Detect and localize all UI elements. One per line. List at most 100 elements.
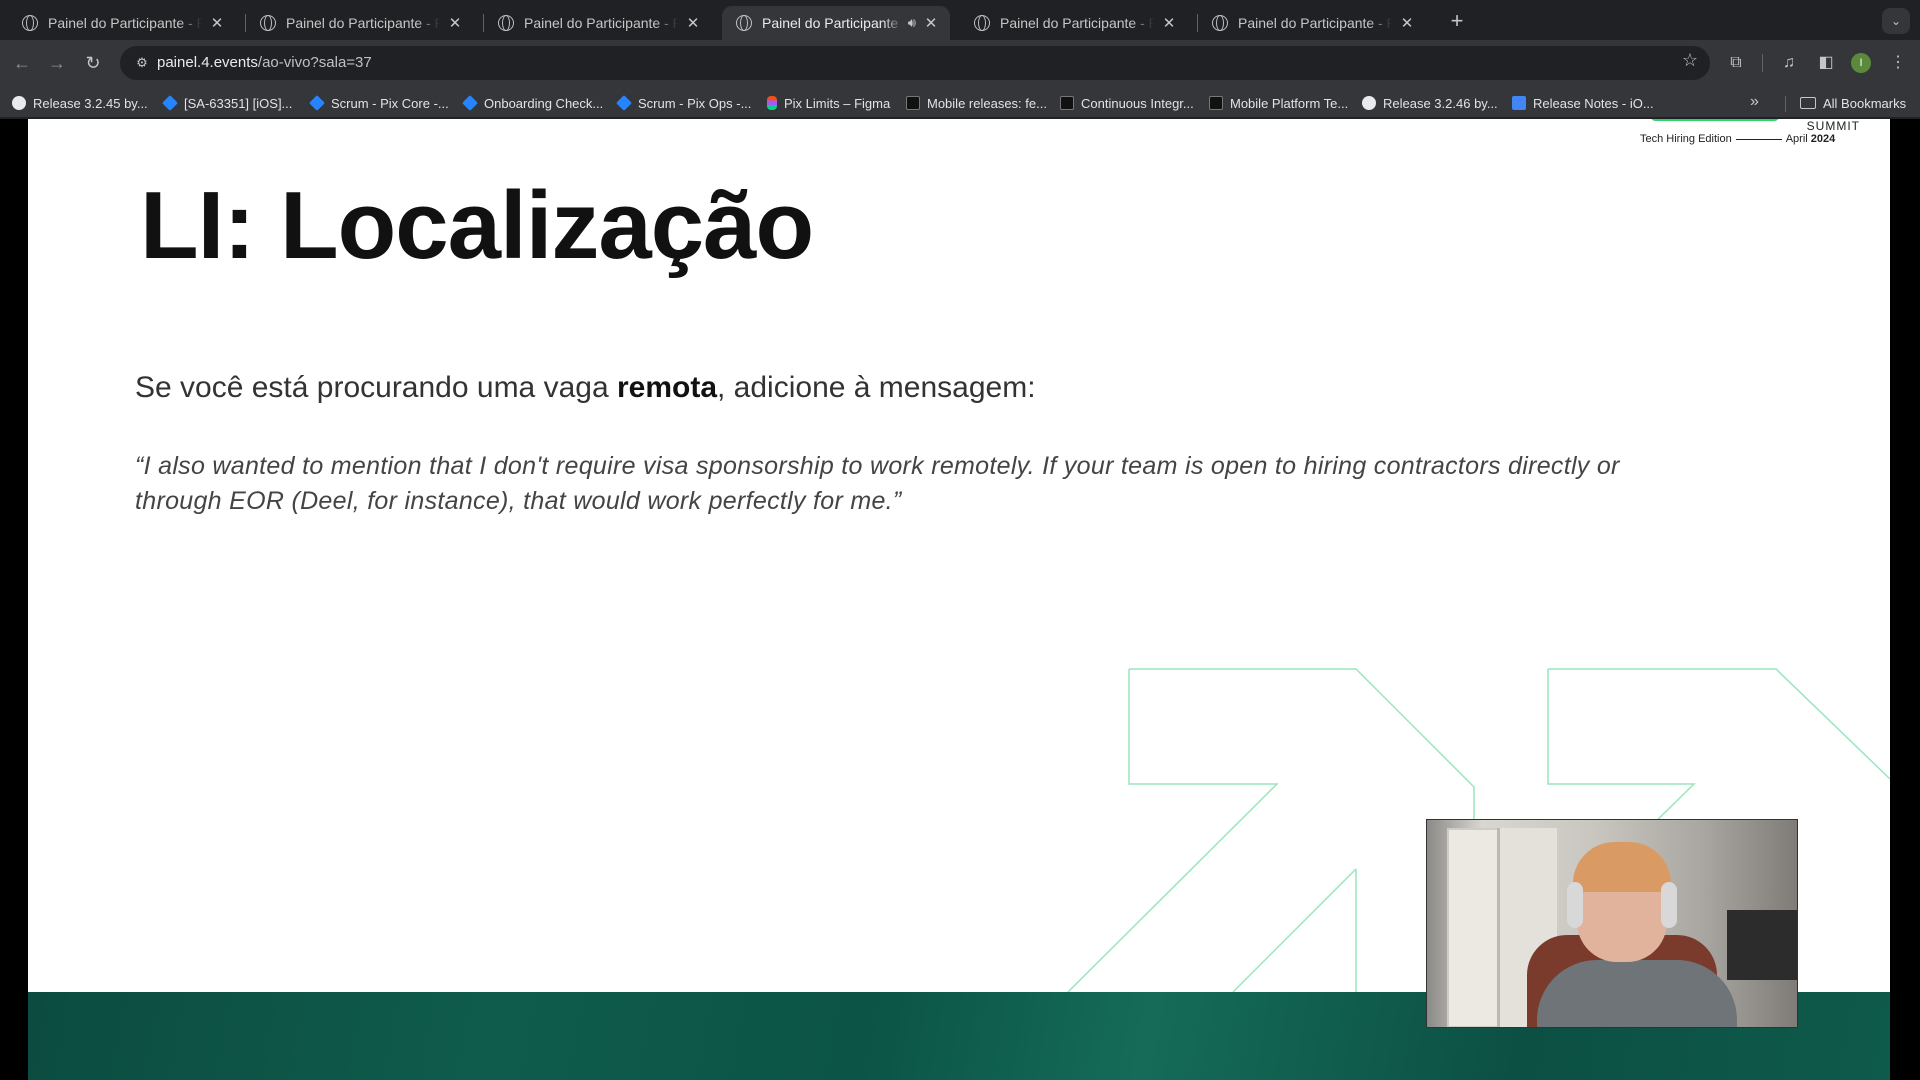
bookmark-item[interactable]: Release 3.2.46 by... bbox=[1362, 93, 1498, 113]
browser-tab[interactable]: Painel do Participante - Powe ✕ bbox=[960, 6, 1188, 40]
app-icon bbox=[1060, 96, 1074, 110]
bookmark-label: Release 3.2.45 by... bbox=[33, 95, 148, 111]
jira-icon bbox=[616, 95, 632, 111]
media-controls-icon[interactable]: ♫ bbox=[1776, 50, 1802, 76]
bookmark-item[interactable]: Continuous Integr... bbox=[1060, 93, 1194, 113]
presenter-webcam[interactable] bbox=[1426, 819, 1798, 1028]
browser-tab[interactable]: Painel do Participante - Powe ✕ bbox=[484, 6, 712, 40]
tab-search-button[interactable]: ⌄ bbox=[1882, 8, 1910, 34]
page-viewport: SUMMIT Tech Hiring Edition April 2024 LI:… bbox=[0, 119, 1920, 1080]
bookmark-label: [SA-63351] [iOS]... bbox=[184, 95, 293, 111]
reload-button[interactable]: ↻ bbox=[79, 49, 107, 77]
close-tab-icon[interactable]: ✕ bbox=[922, 14, 940, 32]
browser-tab[interactable]: Painel do Participante - Powe ✕ bbox=[1198, 6, 1426, 40]
app-icon bbox=[906, 96, 920, 110]
arrow-outline bbox=[1547, 668, 1890, 840]
bookmarks-divider bbox=[1785, 96, 1786, 112]
tab-title: Painel do Participante - Powe bbox=[524, 15, 678, 31]
url-host: painel.4.events bbox=[157, 54, 258, 71]
event-logo: SUMMIT Tech Hiring Edition April 2024 bbox=[1640, 119, 1860, 149]
menu-icon[interactable]: ⋮ bbox=[1885, 50, 1911, 76]
close-tab-icon[interactable]: ✕ bbox=[446, 14, 464, 32]
webcam-person-body bbox=[1537, 960, 1737, 1027]
side-panel-icon[interactable]: ◧ bbox=[1813, 50, 1839, 76]
edition-label: Tech Hiring Edition bbox=[1640, 133, 1732, 145]
close-tab-icon[interactable]: ✕ bbox=[1160, 14, 1178, 32]
globe-icon bbox=[974, 15, 990, 31]
globe-icon bbox=[498, 15, 514, 31]
back-button[interactable]: ← bbox=[8, 49, 36, 77]
close-tab-icon[interactable]: ✕ bbox=[208, 14, 226, 32]
github-icon bbox=[1362, 96, 1376, 110]
extensions-icon[interactable]: ⧉ bbox=[1723, 50, 1749, 76]
figma-icon bbox=[767, 96, 777, 110]
tab-title: Painel do Participante - Powe bbox=[1238, 15, 1392, 31]
new-tab-button[interactable]: + bbox=[1444, 8, 1470, 34]
tab-title: Painel do Participante - Po bbox=[762, 15, 904, 31]
logo-edition: Tech Hiring Edition April 2024 bbox=[1640, 133, 1835, 145]
bookmark-item[interactable]: Mobile releases: fe... bbox=[906, 93, 1047, 113]
globe-icon bbox=[22, 15, 38, 31]
address-bar[interactable]: ⚙ painel.4.events/ao-vivo?sala=37 ☆ bbox=[120, 46, 1710, 80]
bookmark-label: Pix Limits – Figma bbox=[784, 95, 891, 111]
slide-quote: “I also wanted to mention that I don't r… bbox=[135, 452, 1620, 515]
logo-rule bbox=[1735, 138, 1782, 140]
close-tab-icon[interactable]: ✕ bbox=[1398, 14, 1416, 32]
bookmark-label: Release Notes - iO... bbox=[1533, 95, 1654, 111]
forward-button[interactable]: → bbox=[43, 49, 71, 77]
github-icon bbox=[12, 96, 26, 110]
more-bookmarks-icon[interactable]: » bbox=[1750, 93, 1759, 111]
bookmark-label: Release 3.2.46 by... bbox=[1383, 95, 1498, 111]
browser-tab-active[interactable]: Painel do Participante - Po 🔊︎ ✕ bbox=[722, 6, 950, 40]
webcam-desk bbox=[1727, 910, 1797, 980]
tab-title: Painel do Participante - Powe bbox=[286, 15, 440, 31]
headphone-icon bbox=[1661, 882, 1677, 928]
headphone-icon bbox=[1567, 882, 1583, 928]
site-settings-icon[interactable]: ⚙ bbox=[130, 51, 154, 75]
speaker-icon[interactable]: 🔊︎ bbox=[908, 15, 916, 31]
tab-title: Painel do Participante - Powe bbox=[48, 15, 202, 31]
bookmark-label: Scrum - Pix Core -... bbox=[331, 95, 449, 111]
jira-icon bbox=[162, 95, 178, 111]
app-icon bbox=[1209, 96, 1223, 110]
url-path: /ao-vivo?sala=37 bbox=[257, 54, 372, 71]
globe-icon bbox=[736, 15, 752, 31]
bookmark-item[interactable]: Scrum - Pix Ops -... bbox=[616, 93, 751, 113]
edition-year: 2024 bbox=[1810, 133, 1836, 145]
bookmark-item[interactable]: [SA-63351] [iOS]... bbox=[162, 93, 293, 113]
tab-strip: Painel do Participante - Powe ✕ Painel d… bbox=[0, 0, 1920, 40]
browser-tab[interactable]: Painel do Participante - Powe ✕ bbox=[8, 6, 236, 40]
toolbar-divider bbox=[1762, 54, 1763, 72]
arrow-outline bbox=[1067, 668, 1475, 992]
bookmarks-bar: Release 3.2.45 by... [SA-63351] [iOS]...… bbox=[0, 86, 1920, 118]
all-bookmarks-button[interactable]: All Bookmarks bbox=[1800, 93, 1906, 113]
close-tab-icon[interactable]: ✕ bbox=[684, 14, 702, 32]
bookmark-label: Mobile Platform Te... bbox=[1230, 95, 1349, 111]
bookmark-item[interactable]: Mobile Platform Te... bbox=[1209, 93, 1348, 113]
bookmark-star-icon[interactable]: ☆ bbox=[1682, 50, 1698, 71]
profile-avatar[interactable]: I bbox=[1851, 53, 1871, 73]
logo-mark bbox=[1650, 119, 1780, 121]
bookmark-label: Continuous Integr... bbox=[1081, 95, 1194, 111]
browser-toolbar: ← → ↻ ⚙ painel.4.events/ao-vivo?sala=37 … bbox=[0, 40, 1920, 86]
bookmark-label: Onboarding Check... bbox=[484, 95, 604, 111]
globe-icon bbox=[260, 15, 276, 31]
bookmark-item[interactable]: Scrum - Pix Core -... bbox=[309, 93, 449, 113]
url-text[interactable]: painel.4.events/ao-vivo?sala=37 bbox=[157, 54, 372, 71]
globe-icon bbox=[1212, 15, 1228, 31]
subtitle-text-end: , adicione à mensagem: bbox=[717, 371, 1036, 404]
bookmark-item[interactable]: Pix Limits – Figma bbox=[767, 93, 890, 113]
bookmark-label: Mobile releases: fe... bbox=[927, 95, 1047, 111]
jira-icon bbox=[309, 95, 325, 111]
bookmark-item[interactable]: Onboarding Check... bbox=[462, 93, 604, 113]
docs-icon bbox=[1512, 96, 1526, 110]
tab-title: Painel do Participante - Powe bbox=[1000, 15, 1154, 31]
folder-icon bbox=[1800, 97, 1816, 109]
slide-subtitle: Se você está procurando uma vaga remota,… bbox=[135, 371, 1036, 405]
bookmark-item[interactable]: Release Notes - iO... bbox=[1512, 93, 1654, 113]
subtitle-emphasis: remota bbox=[616, 371, 718, 404]
browser-tab[interactable]: Painel do Participante - Powe ✕ bbox=[246, 6, 474, 40]
subtitle-text: Se você está procurando uma vaga bbox=[135, 371, 617, 404]
confluence-icon bbox=[462, 95, 478, 111]
bookmark-item[interactable]: Release 3.2.45 by... bbox=[12, 93, 148, 113]
